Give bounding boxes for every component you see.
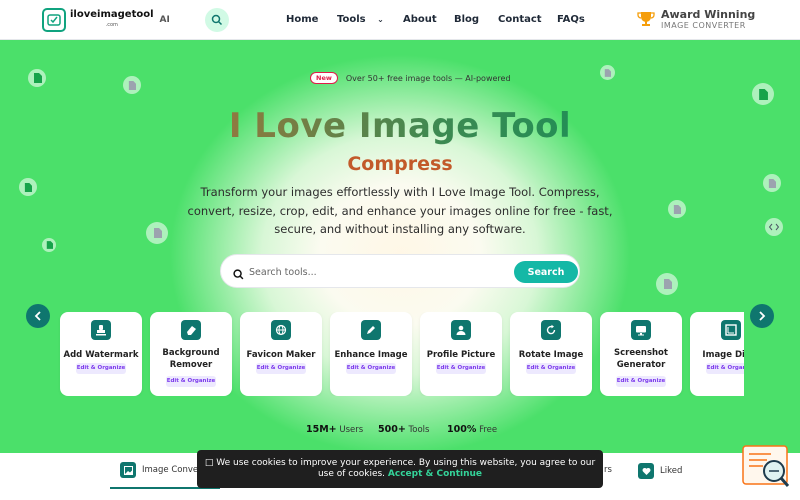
tool-card-background-remover[interactable]: Background Remover Edit & Organize — [150, 312, 232, 396]
file-icon — [28, 69, 46, 87]
search-icon — [211, 14, 223, 26]
file-icon — [42, 238, 56, 252]
award-title: Award Winning — [661, 8, 756, 21]
tool-card-profile-picture[interactable]: Profile Picture Edit & Organize — [420, 312, 502, 396]
chevron-down-icon: ⌄ — [377, 15, 384, 24]
trophy-icon — [637, 12, 655, 26]
award-badge: Award Winning IMAGE CONVERTER — [636, 8, 755, 30]
award-subtitle: IMAGE CONVERTER — [661, 21, 746, 30]
file-icon — [656, 273, 678, 295]
ruler-icon — [721, 320, 741, 340]
cookie-banner: □ We use cookies to improve your experie… — [197, 450, 603, 488]
category-tag: Edit & Organize — [616, 376, 666, 387]
nav-contact[interactable]: Contact — [498, 14, 542, 25]
tool-card-label: Favicon Maker — [246, 350, 316, 360]
category-tag: Edit & Organize — [256, 363, 306, 374]
tool-card-label: Add Watermark — [63, 350, 139, 360]
tool-card-label: Image Dime — [702, 350, 744, 360]
rotating-subtitle: Compress — [347, 153, 453, 175]
tool-card-label: Enhance Image — [334, 350, 408, 360]
nav-tools-label: Tools — [337, 14, 366, 25]
code-icon — [765, 218, 783, 236]
file-icon — [600, 65, 615, 80]
announcement-text: Over 50+ free image tools — AI-powered — [345, 73, 511, 83]
site-header: iloveimagetool .com AI Home Tools ⌄ Abou… — [0, 0, 800, 40]
file-icon — [763, 174, 781, 192]
search-input[interactable] — [249, 263, 509, 281]
rotate-icon — [541, 320, 561, 340]
tool-card-label: Background Remover — [162, 348, 220, 370]
file-icon — [668, 200, 686, 218]
nav-tools[interactable]: Tools ⌄ — [337, 14, 384, 25]
nav-home[interactable]: Home — [286, 14, 318, 25]
new-pill: New — [310, 72, 338, 84]
tool-search-bar: Search — [220, 254, 580, 288]
logo-ai-label: AI — [159, 15, 170, 25]
tool-card-label: Rotate Image — [518, 350, 584, 360]
eraser-icon — [181, 320, 201, 340]
tab-label: Image Conve — [142, 465, 199, 475]
file-icon — [146, 222, 168, 244]
category-tag: Edit & Organize — [436, 363, 486, 374]
carousel-next-button[interactable] — [750, 304, 774, 328]
page-title: I Love Image Tool — [0, 106, 800, 146]
chevron-left-icon — [34, 311, 41, 321]
logo-image-icon — [42, 8, 66, 32]
hero-description: Transform your images effortlessly with … — [187, 185, 613, 236]
user-icon — [451, 320, 471, 340]
logo-text: iloveimagetool .com — [70, 9, 154, 29]
accept-cookies-button[interactable]: Accept & Continue — [388, 469, 482, 479]
stat-tools: 500+ Tools — [378, 424, 430, 435]
tool-card-image-dimensions[interactable]: Image Dime Edit & Organize — [690, 312, 744, 396]
tool-card-rotate-image[interactable]: Rotate Image Edit & Organize — [510, 312, 592, 396]
chevron-right-icon — [759, 311, 766, 321]
cookie-icon: □ — [204, 458, 214, 468]
stamp-icon — [91, 320, 111, 340]
stat-free: 100% Free — [447, 424, 498, 435]
carousel-prev-button[interactable] — [26, 304, 50, 328]
stat-users: 15M+ Users — [306, 424, 364, 435]
document-search-icon — [742, 445, 790, 487]
file-icon — [19, 178, 37, 196]
tab-label-partial[interactable]: rs — [604, 465, 612, 475]
pen-icon — [361, 320, 381, 340]
header-search-button[interactable] — [205, 8, 229, 32]
category-tag: Edit & Organize — [346, 363, 396, 374]
globe-icon — [271, 320, 291, 340]
announcement-badge: New Over 50+ free image tools — AI-power… — [310, 72, 511, 84]
tool-card-screenshot-generator[interactable]: Screenshot Generator Edit & Organize — [600, 312, 682, 396]
tool-card-favicon-maker[interactable]: Favicon Maker Edit & Organize — [240, 312, 322, 396]
category-tag: Edit & Organize — [706, 363, 744, 374]
category-tag: Edit & Organize — [526, 363, 576, 374]
tab-label: Liked — [660, 466, 683, 476]
category-tag: Edit & Organize — [166, 376, 216, 387]
monitor-icon — [631, 320, 651, 340]
nav-faqs[interactable]: FAQs — [557, 14, 585, 25]
image-icon — [120, 462, 136, 478]
search-button[interactable]: Search — [514, 261, 578, 283]
search-icon — [233, 265, 244, 284]
nav-about[interactable]: About — [403, 14, 437, 25]
category-tag: Edit & Organize — [76, 363, 126, 374]
tool-card-enhance-image[interactable]: Enhance Image Edit & Organize — [330, 312, 412, 396]
nav-blog[interactable]: Blog — [454, 14, 479, 25]
tool-card-label: Profile Picture — [426, 350, 496, 360]
heart-icon — [638, 463, 654, 479]
site-logo[interactable]: iloveimagetool .com AI — [42, 8, 170, 32]
file-icon — [752, 83, 774, 105]
help-widget[interactable] — [741, 444, 791, 490]
file-icon — [123, 76, 141, 94]
tool-card-label: Screenshot Generator — [614, 348, 668, 370]
tool-card-add-watermark[interactable]: Add Watermark Edit & Organize — [60, 312, 142, 396]
tools-carousel: Add Watermark Edit & Organize Background… — [58, 312, 744, 396]
logo-domain: .com — [105, 22, 118, 28]
tab-liked[interactable]: Liked — [638, 463, 682, 479]
